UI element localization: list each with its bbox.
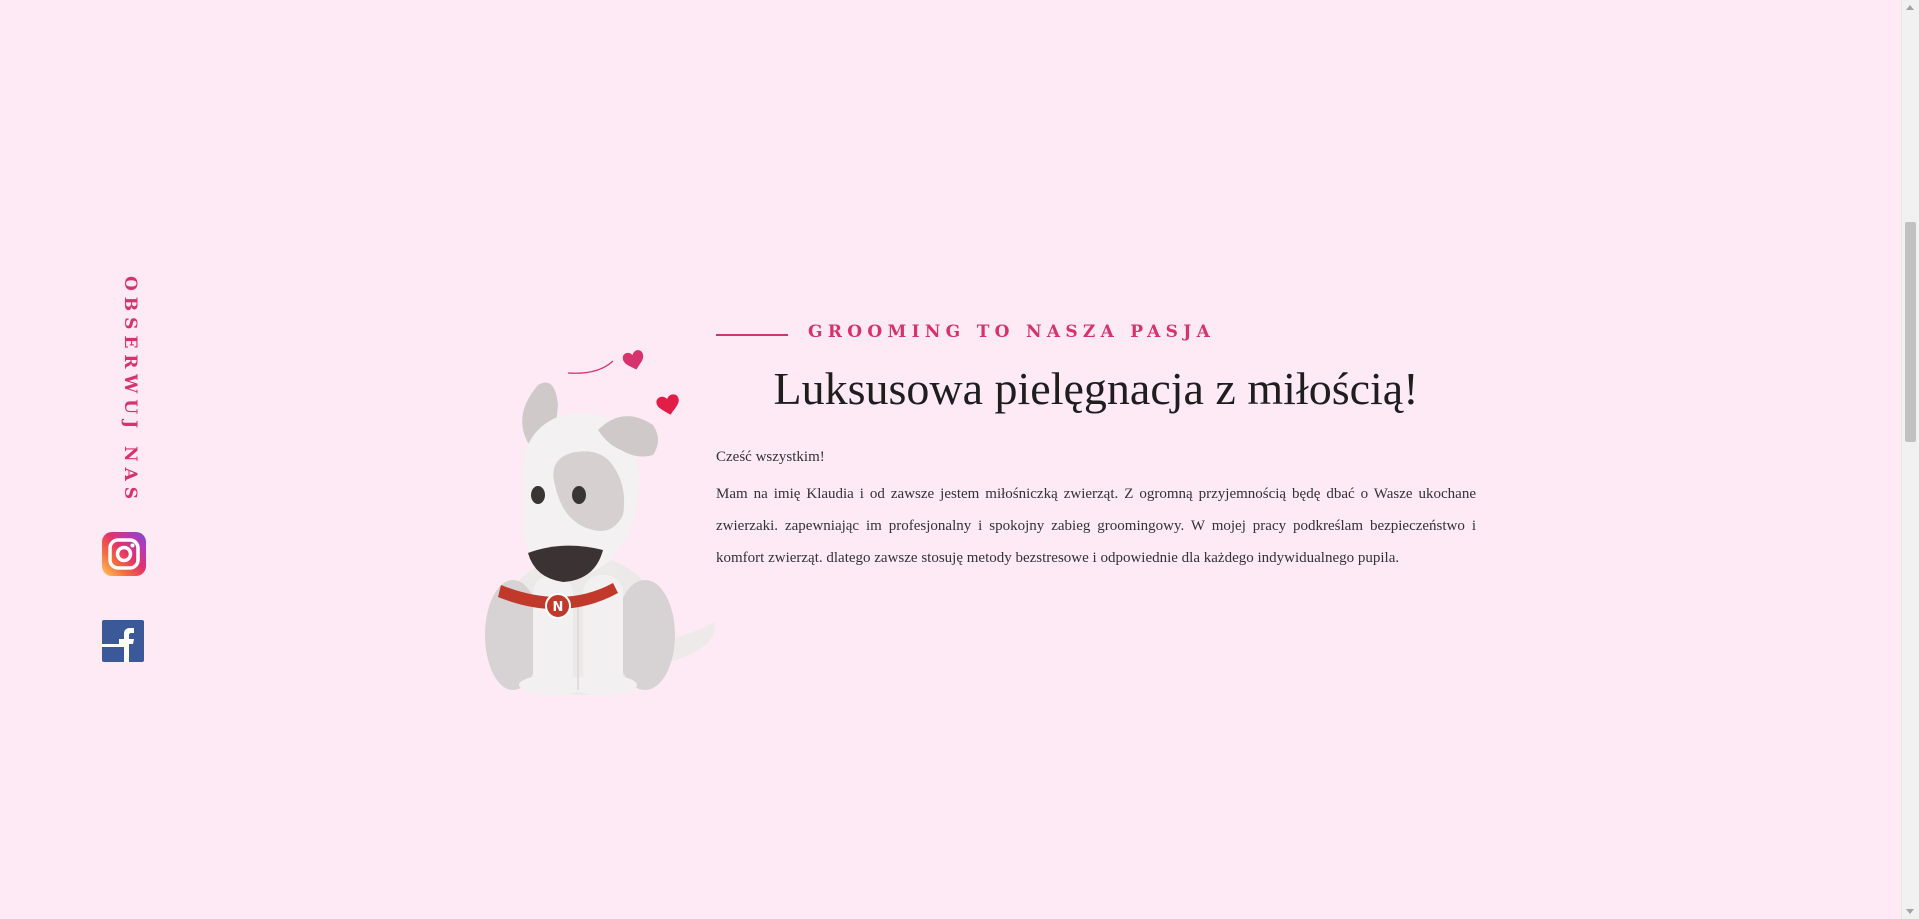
instagram-button[interactable] [102,532,146,576]
intro-text: Cześć wszystkim! [716,449,825,465]
about-paragraph: Mam na imię Klaudia i od zawsze jestem m… [716,486,1476,566]
vertical-scrollbar[interactable] [1901,0,1919,919]
instagram-icon [108,538,140,570]
page: OBSERWUJ NAS N GROOMING TO NASZA PASJA L… [0,0,1919,919]
facebook-icon [102,628,134,662]
scrollbar-thumb[interactable] [1905,222,1916,442]
swoosh-line [567,360,614,374]
scroll-down-arrow-icon[interactable] [1906,909,1914,914]
eyebrow-divider [716,334,788,336]
collar-tag-letter: N [553,600,564,615]
facebook-button[interactable] [102,620,144,662]
scroll-up-arrow-icon[interactable] [1906,5,1914,10]
heart-icon [656,394,679,415]
dog-illustration: N [485,350,716,695]
follow-us-label: OBSERWUJ NAS [120,276,140,506]
section-eyebrow: GROOMING TO NASZA PASJA [808,322,1216,342]
section-heading: Luksusowa pielęgnacja z miłością! [773,363,1419,414]
heart-icon [622,350,644,370]
